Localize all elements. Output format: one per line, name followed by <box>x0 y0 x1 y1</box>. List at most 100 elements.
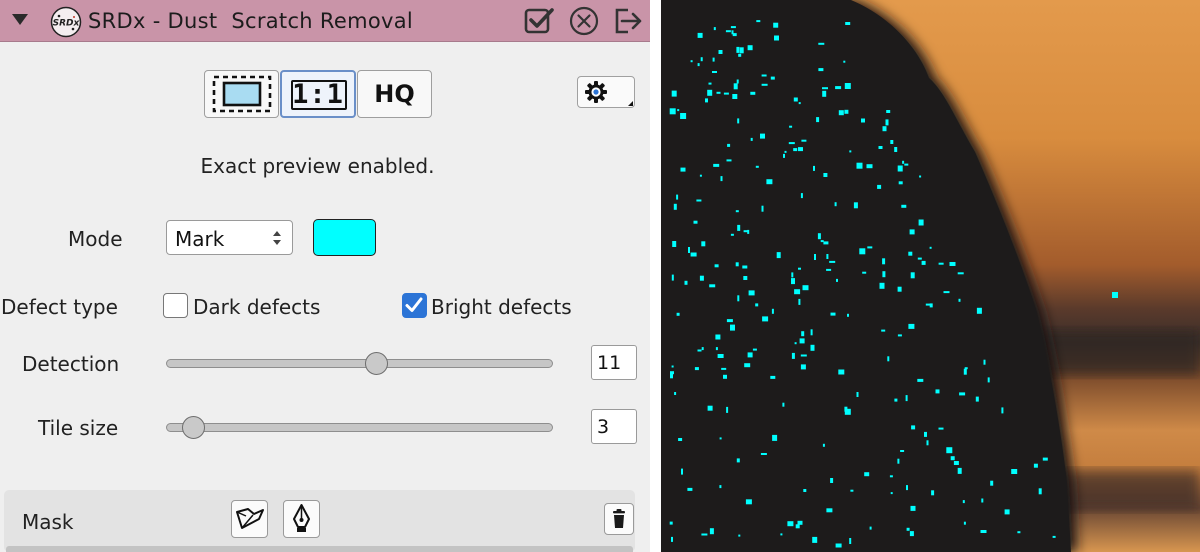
tile-size-value-input[interactable]: 3 <box>591 409 637 444</box>
defect-mark <box>1033 463 1038 468</box>
defect-mark <box>733 83 738 90</box>
defect-mark <box>797 520 803 525</box>
detection-slider[interactable] <box>166 359 553 368</box>
defect-mark <box>755 165 759 168</box>
defect-mark <box>818 68 824 72</box>
defect-mark <box>862 271 867 274</box>
close-circle-icon[interactable] <box>568 5 600 37</box>
defect-mark <box>845 22 851 25</box>
defect-mark <box>731 30 734 35</box>
defect-mark <box>802 285 809 291</box>
tile-size-slider[interactable] <box>166 423 553 432</box>
defect-mark <box>799 338 805 344</box>
detection-slider-thumb[interactable] <box>365 352 388 375</box>
image-preview[interactable] <box>661 0 1200 552</box>
detection-value-input[interactable]: 11 <box>591 345 637 380</box>
defect-mark <box>699 275 704 281</box>
mask-pen-button[interactable] <box>283 500 320 538</box>
defect-mark <box>747 45 753 51</box>
defect-mark <box>890 140 894 144</box>
mode-select[interactable]: Mark <box>166 220 293 255</box>
defect-mark <box>906 485 908 491</box>
defect-mark <box>908 251 913 256</box>
defect-mark <box>835 86 842 90</box>
defect-mark <box>953 461 959 465</box>
defect-mark <box>774 35 779 41</box>
defect-mark <box>1038 488 1042 495</box>
defect-mark <box>736 458 740 463</box>
defect-mark <box>737 295 740 302</box>
mode-label: Mode <box>68 227 123 251</box>
trash-button[interactable] <box>604 503 634 535</box>
defect-mark <box>980 530 987 533</box>
defect-mark <box>760 133 765 139</box>
defect-mark <box>975 396 979 402</box>
defect-mark <box>721 367 727 370</box>
defect-mark <box>844 83 851 89</box>
defect-mark <box>770 375 776 379</box>
hq-button[interactable]: HQ <box>357 70 432 118</box>
defect-mark <box>990 480 994 486</box>
defect-mark <box>784 150 787 153</box>
dark-defects-checkbox[interactable] <box>163 293 188 318</box>
panel-divider <box>650 0 661 552</box>
defect-mark <box>838 369 845 375</box>
defect-mark <box>672 241 677 247</box>
defect-mark <box>709 284 716 288</box>
defect-mark <box>739 47 744 54</box>
defect-mark <box>789 125 793 128</box>
defect-mark <box>788 142 795 145</box>
defect-mark <box>813 165 815 171</box>
defect-mark <box>921 260 926 265</box>
select-arrows-icon <box>273 231 281 245</box>
defect-mark <box>747 352 753 358</box>
defect-mark <box>755 303 759 307</box>
defect-mark <box>776 252 781 259</box>
collapse-arrow-icon[interactable] <box>12 14 28 25</box>
defect-mark <box>761 205 764 212</box>
defect-mark <box>730 233 734 236</box>
defect-mark <box>735 210 739 213</box>
settings-button[interactable] <box>577 76 635 108</box>
defect-mark <box>830 312 836 316</box>
defect-mark <box>859 248 866 255</box>
defect-mark <box>1052 535 1056 538</box>
defect-mark <box>770 76 775 80</box>
plugin-panel: SRDx SRDx - Dust Scratch Removal 1:1 HQ … <box>0 0 650 552</box>
bright-defects-checkbox[interactable] <box>402 293 427 318</box>
defect-mark <box>712 71 717 73</box>
defect-mark <box>709 528 714 535</box>
fit-view-icon <box>212 75 271 113</box>
defect-mark <box>697 32 703 38</box>
defect-mark <box>889 475 893 478</box>
defect-mark <box>800 364 806 370</box>
defect-mark <box>743 230 748 233</box>
defect-mark <box>867 246 873 249</box>
defect-mark <box>898 181 903 185</box>
defect-mark <box>673 203 677 210</box>
defect-mark <box>726 406 729 413</box>
defect-mark <box>736 79 739 84</box>
one-to-one-button[interactable]: 1:1 <box>280 70 356 118</box>
defect-mark <box>737 118 740 124</box>
mark-color-swatch[interactable] <box>313 219 376 256</box>
defect-mark <box>700 57 703 62</box>
defect-mark <box>752 348 757 351</box>
apply-checkmark-icon[interactable] <box>523 5 555 37</box>
defect-mark <box>810 344 815 351</box>
fit-view-button[interactable] <box>204 70 279 118</box>
defect-mark <box>882 126 887 132</box>
defect-mark <box>750 91 756 95</box>
defect-mark <box>676 312 680 316</box>
defect-mark <box>738 53 742 57</box>
tile-size-slider-thumb[interactable] <box>182 416 205 439</box>
defect-mark <box>931 490 935 496</box>
exit-icon[interactable] <box>612 5 644 37</box>
defect-mark <box>693 220 698 224</box>
defect-mark <box>850 489 854 492</box>
defect-mark <box>678 438 683 441</box>
defect-type-label: Defect type <box>1 295 118 319</box>
mask-brush-button[interactable] <box>231 500 268 538</box>
defect-mark <box>798 298 801 305</box>
defect-mark <box>701 533 708 536</box>
